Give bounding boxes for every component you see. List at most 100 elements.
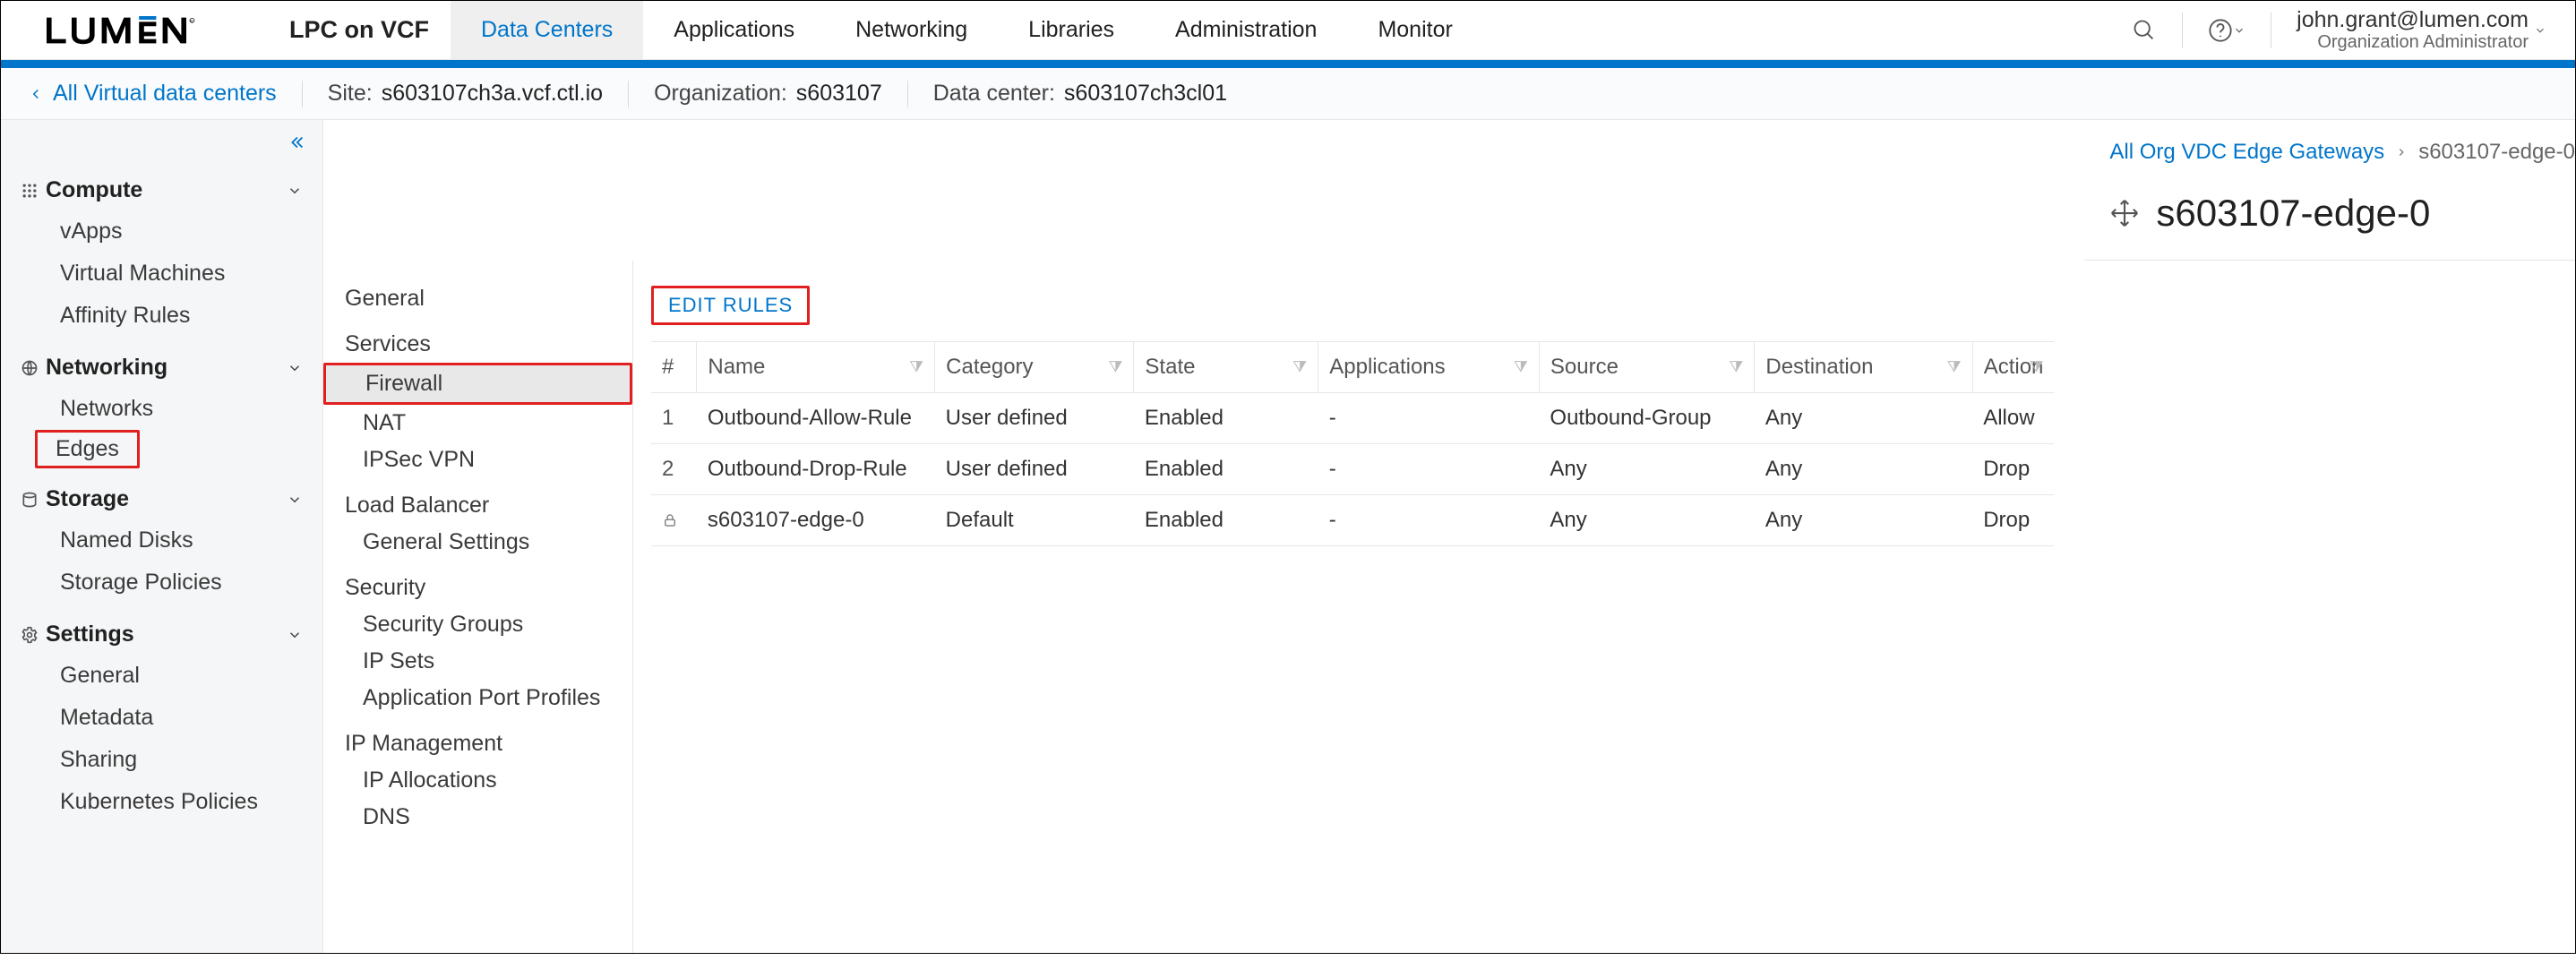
ctx-dc: Data center: s603107ch3cl01 [933,81,1227,107]
divider [628,81,629,107]
sidebar-item-storage-policies[interactable]: Storage Policies [1,562,322,604]
back-all-vdcs[interactable]: All Virtual data centers [28,81,277,107]
sidebar-item-kubernetes-policies[interactable]: Kubernetes Policies [1,781,322,823]
detail-item-ip-sets[interactable]: IP Sets [343,643,632,680]
nav-group-compute: Compute vApps Virtual Machines Affinity … [1,170,322,337]
nav-group-storage: Storage Named Disks Storage Policies [1,479,322,604]
firewall-rules-table: # Name⧩ Category⧩ State⧩ Applications⧩ S… [651,341,2054,546]
cell-state: Enabled [1134,444,1318,495]
edit-rules-button[interactable]: EDIT RULES [651,286,810,325]
detail-section-services: Services [343,317,632,363]
cell-category: User defined [935,444,1134,495]
detail-item-ip-allocations[interactable]: IP Allocations [343,762,632,799]
help-icon[interactable] [2208,18,2245,43]
ctx-org: Organization: s603107 [654,81,882,107]
breadcrumb: All Org VDC Edge Gateways s603107-edge-0 [2109,140,2575,165]
detail-item-nat[interactable]: NAT [343,405,632,442]
sidebar: Compute vApps Virtual Machines Affinity … [1,120,323,953]
col-category[interactable]: Category⧩ [935,342,1134,393]
cell-index: 1 [651,393,697,444]
cell-state: Enabled [1134,495,1318,546]
nav-head-label: Compute [46,177,142,203]
detail-item-security-groups[interactable]: Security Groups [343,606,632,643]
col-source[interactable]: Source⧩ [1539,342,1754,393]
ctx-site: Site: s603107ch3a.vcf.ctl.io [328,81,603,107]
tab-applications[interactable]: Applications [643,1,825,59]
cell-destination: Any [1755,495,1972,546]
filter-icon[interactable]: ⧩ [2029,358,2043,377]
user-email: john.grant@lumen.com [2297,8,2529,33]
cell-category: Default [935,495,1134,546]
tab-networking[interactable]: Networking [825,1,998,59]
filter-icon[interactable]: ⧩ [1729,358,1743,377]
divider [2182,13,2183,48]
tab-monitor[interactable]: Monitor [1347,1,1482,59]
nav-group-networking: Networking Networks Edges [1,347,322,468]
table-header-row: # Name⧩ Category⧩ State⧩ Applications⧩ S… [651,342,2054,393]
divider [907,81,908,107]
filter-icon[interactable]: ⧩ [1514,358,1528,377]
table-row[interactable]: s603107-edge-0DefaultEnabled-AnyAnyDrop [651,495,2054,546]
accent-strip [1,60,2575,68]
lock-icon [662,512,686,528]
chevron-right-icon [2395,146,2408,159]
cell-source: Any [1539,495,1754,546]
detail-nav: General Services Firewall NAT IPSec VPN … [323,261,633,953]
nav-head-compute[interactable]: Compute [1,170,322,210]
detail-item-firewall[interactable]: Firewall [323,363,632,405]
nav-head-networking[interactable]: Networking [1,347,322,388]
sidebar-item-virtual-machines[interactable]: Virtual Machines [1,253,322,295]
detail-item-ipsec-vpn[interactable]: IPSec VPN [343,442,632,478]
cell-name: s603107-edge-0 [697,495,935,546]
tab-libraries[interactable]: Libraries [998,1,1145,59]
divider [302,81,303,107]
sidebar-item-sharing[interactable]: Sharing [1,739,322,781]
grid-icon [21,182,46,200]
filter-icon[interactable]: ⧩ [1947,358,1962,377]
col-name[interactable]: Name⧩ [697,342,935,393]
user-menu[interactable]: john.grant@lumen.com Organization Admini… [2297,8,2546,53]
user-role: Organization Administrator [2297,32,2529,52]
table-row[interactable]: 2Outbound-Drop-RuleUser definedEnabled-A… [651,444,2054,495]
sidebar-item-general[interactable]: General [1,655,322,697]
main-nav: Data Centers Applications Networking Lib… [451,1,1483,59]
cell-applications: - [1318,495,1540,546]
network-icon [21,359,46,377]
cell-name: Outbound-Drop-Rule [697,444,935,495]
sidebar-item-edges[interactable]: Edges [35,430,140,468]
filter-icon[interactable]: ⧩ [1108,358,1122,377]
cell-action: Drop [1972,444,2054,495]
detail-item-general[interactable]: General [343,286,632,317]
filter-icon[interactable]: ⧩ [1292,358,1307,377]
col-action[interactable]: Action⧩ [1972,342,2054,393]
detail-item-lb-general[interactable]: General Settings [343,524,632,561]
tab-administration[interactable]: Administration [1145,1,1347,59]
detail-item-app-port-profiles[interactable]: Application Port Profiles [343,680,632,716]
app-title: LPC on VCF [279,16,451,44]
collapse-sidebar-icon[interactable] [287,133,306,152]
nav-head-settings[interactable]: Settings [1,614,322,655]
breadcrumb-root[interactable]: All Org VDC Edge Gateways [2109,140,2384,165]
filter-icon[interactable]: ⧩ [909,358,923,377]
move-icon [2109,198,2140,228]
lumen-logo-svg: R [32,16,247,45]
sidebar-item-named-disks[interactable]: Named Disks [1,519,322,562]
search-icon[interactable] [2132,18,2157,43]
table-row[interactable]: 1Outbound-Allow-RuleUser definedEnabled-… [651,393,2054,444]
detail-item-dns[interactable]: DNS [343,799,632,836]
sidebar-item-affinity-rules[interactable]: Affinity Rules [1,295,322,337]
nav-head-label: Storage [46,486,129,512]
main-content: EDIT RULES # Name⧩ Category⧩ State⧩ Appl… [633,261,2084,953]
sidebar-item-vapps[interactable]: vApps [1,210,322,253]
tab-data-centers[interactable]: Data Centers [451,1,643,59]
sidebar-item-metadata[interactable]: Metadata [1,697,322,739]
nav-head-storage[interactable]: Storage [1,479,322,519]
col-destination[interactable]: Destination⧩ [1755,342,1972,393]
col-applications[interactable]: Applications⧩ [1318,342,1540,393]
detail-section-load-balancer: Load Balancer [343,478,632,524]
sidebar-item-networks[interactable]: Networks [1,388,322,430]
col-state[interactable]: State⧩ [1134,342,1318,393]
cell-applications: - [1318,444,1540,495]
cell-action: Allow [1972,393,2054,444]
gear-icon [21,626,46,644]
